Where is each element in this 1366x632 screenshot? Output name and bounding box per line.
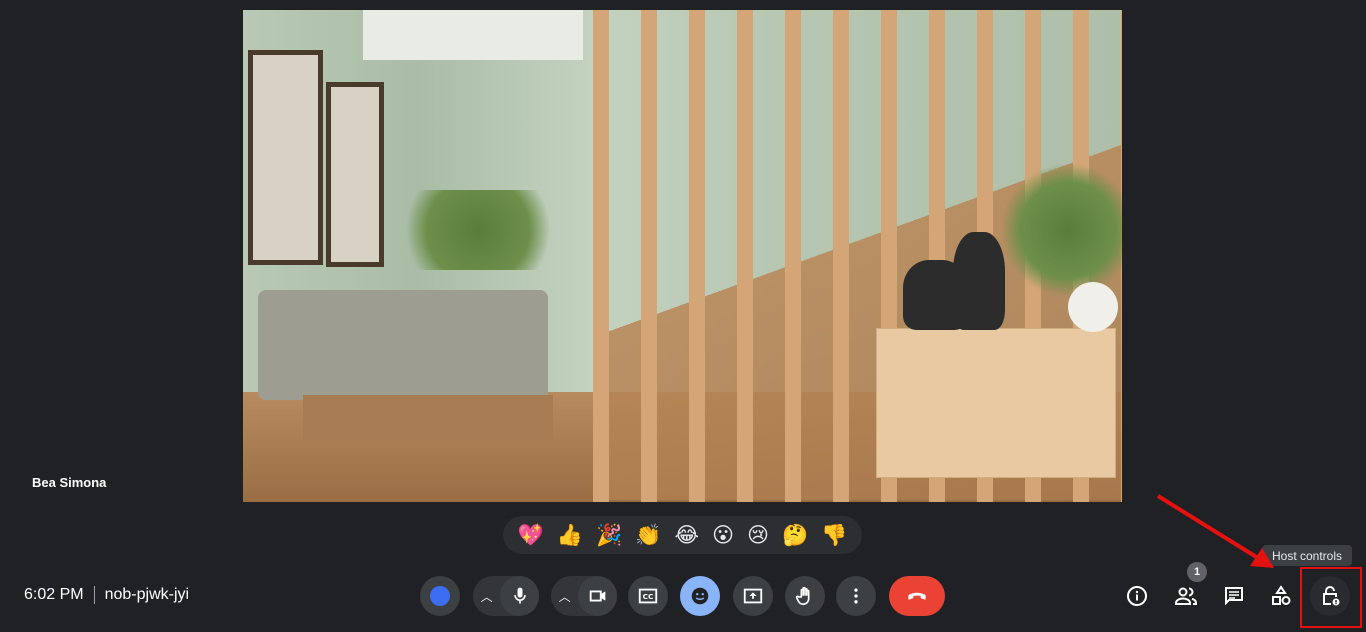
activities-button[interactable] (1261, 576, 1301, 616)
reaction-party-popper[interactable]: 🎉 (596, 523, 622, 548)
video-sofa (258, 290, 548, 400)
mic-control-group: ︿ (473, 576, 539, 616)
reaction-tears-of-joy[interactable]: 😂 (674, 523, 699, 547)
reaction-crying[interactable]: 😢 (747, 523, 769, 547)
hand-icon (795, 586, 810, 606)
meeting-details-button[interactable] (1117, 576, 1157, 616)
video-artwork-right (326, 82, 384, 267)
chat-icon (1225, 587, 1243, 606)
people-icon (1175, 587, 1197, 605)
raise-hand-button[interactable] (785, 576, 825, 616)
video-plant-right (1003, 160, 1122, 300)
video-cabinet (876, 328, 1116, 478)
video-sofa-base (303, 395, 553, 440)
emoji-icon (691, 587, 709, 605)
video-white-vase (1068, 282, 1118, 332)
captions-button[interactable]: CC (628, 576, 668, 616)
info-icon (1127, 586, 1147, 606)
clock-time: 6:02 PM (24, 586, 84, 603)
leave-call-button[interactable] (889, 576, 945, 616)
chevron-up-icon[interactable]: ︿ (473, 588, 500, 605)
divider (93, 586, 95, 604)
reaction-thinking[interactable]: 🤔 (782, 523, 808, 548)
svg-text:CC: CC (643, 592, 654, 601)
chat-button[interactable] (1214, 576, 1254, 616)
camera-button[interactable] (578, 576, 617, 616)
reaction-sparkling-heart[interactable]: 💖 (518, 523, 544, 548)
reaction-thumbs-down[interactable]: 👎 (821, 523, 847, 548)
reactions-button[interactable] (680, 576, 720, 616)
avatar-dot-icon (430, 586, 450, 606)
chevron-up-icon[interactable]: ︿ (551, 588, 578, 605)
video-plant (383, 190, 573, 270)
camera-control-group: ︿ (551, 576, 617, 616)
video-artwork-left (248, 50, 323, 265)
closed-captions-icon: CC (638, 588, 658, 604)
mic-button[interactable] (500, 576, 539, 616)
reaction-bar: 💖 👍 🎉 👏 😂 😮 😢 🤔 👎 (503, 516, 862, 554)
videocam-icon (589, 590, 605, 602)
meeting-details: 6:02 PM nob-pjwk-jyi (24, 586, 189, 604)
reaction-clapping[interactable]: 👏 (635, 523, 661, 548)
participant-video (243, 10, 1122, 502)
reaction-surprised[interactable]: 😮 (712, 523, 734, 547)
participant-name: Bea Simona (32, 475, 107, 490)
avatar-button[interactable] (420, 576, 460, 616)
people-button[interactable] (1166, 576, 1206, 616)
meeting-code: nob-pjwk-jyi (104, 586, 190, 603)
shapes-icon (1272, 585, 1291, 605)
annotation-arrow-icon (1156, 494, 1274, 568)
present-screen-icon (743, 588, 763, 604)
annotation-highlight-box (1300, 567, 1362, 628)
call-end-icon (908, 592, 926, 600)
present-button[interactable] (733, 576, 773, 616)
video-vase-tall (953, 232, 1005, 330)
reaction-thumbs-up[interactable]: 👍 (557, 523, 583, 548)
more-vert-icon (854, 588, 858, 604)
mic-icon (513, 587, 526, 604)
more-options-button[interactable] (836, 576, 876, 616)
video-ceiling (363, 10, 583, 60)
